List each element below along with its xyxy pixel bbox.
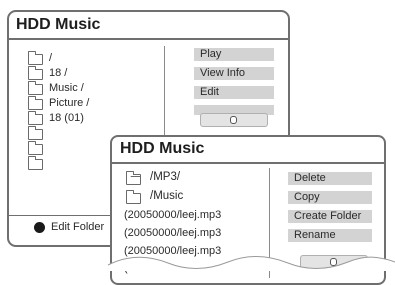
file-label: (20050000/leej.mp3 bbox=[124, 209, 222, 221]
front-panel-title: HDD Music bbox=[120, 140, 205, 157]
scroll-down-icon[interactable] bbox=[200, 113, 268, 127]
create-folder-button[interactable]: Create Folder bbox=[288, 210, 372, 223]
folder-icon bbox=[28, 156, 43, 170]
back-panel-title: HDD Music bbox=[16, 16, 101, 33]
edit-folder-label: Edit Folder bbox=[51, 221, 105, 233]
folder-up-icon bbox=[126, 171, 141, 185]
view-info-button[interactable]: View Info bbox=[194, 67, 274, 80]
folder-label: Music / bbox=[49, 82, 84, 94]
folder-label: Picture / bbox=[49, 97, 90, 109]
file-label: (20050000/leej.mp3 bbox=[124, 227, 222, 239]
folder-icon bbox=[28, 111, 43, 125]
remote-button-icon bbox=[34, 222, 45, 233]
copy-button[interactable]: Copy bbox=[288, 191, 372, 204]
play-button[interactable]: Play bbox=[194, 48, 274, 61]
scroll-down-icon[interactable] bbox=[300, 255, 368, 269]
rename-button[interactable]: Rename bbox=[288, 229, 372, 242]
folder-label: 18 / bbox=[49, 67, 68, 79]
front-panel: HDD Music /MP3/ /Music (20050000/leej.mp… bbox=[110, 135, 386, 285]
folder-icon bbox=[28, 96, 43, 110]
back-title-divider bbox=[9, 38, 288, 40]
folder-icon bbox=[126, 190, 141, 204]
delete-button[interactable]: Delete bbox=[288, 172, 372, 185]
front-column-divider bbox=[269, 168, 270, 278]
folder-icon bbox=[28, 141, 43, 155]
file-label: (20050000/leej.mp3 bbox=[124, 245, 222, 257]
folder-icon bbox=[28, 81, 43, 95]
folder-label: /Music bbox=[150, 190, 184, 202]
folder-icon bbox=[28, 126, 43, 140]
folder-icon bbox=[28, 66, 43, 80]
front-title-divider bbox=[112, 162, 384, 164]
folder-label: /MP3/ bbox=[150, 171, 181, 183]
folder-label: 18 (01) bbox=[49, 112, 84, 124]
folder-label: / bbox=[49, 52, 53, 64]
folder-icon bbox=[28, 51, 43, 65]
edit-button[interactable]: Edit bbox=[194, 86, 274, 99]
file-label: (2005 bbox=[124, 262, 153, 274]
